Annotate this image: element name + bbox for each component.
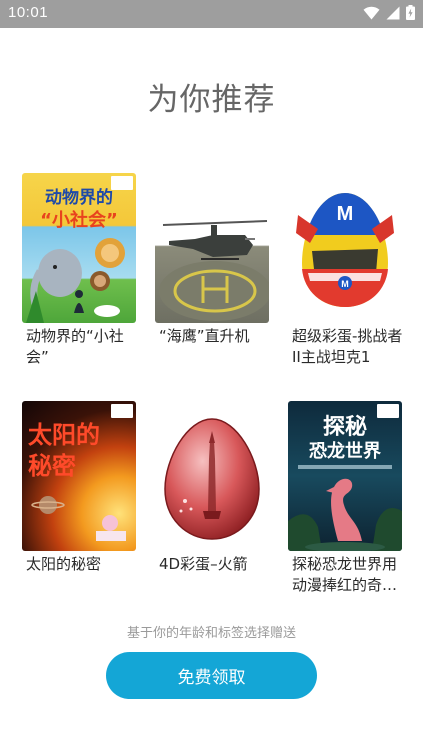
rocket-egg-thumbnail (155, 401, 269, 551)
animal-society-book-cover: 动物界的 “小社会” (22, 173, 136, 323)
battery-charging-icon (406, 5, 415, 20)
status-icons (363, 5, 415, 20)
svg-text:M: M (337, 203, 354, 225)
tank-egg-thumbnail: M M (288, 173, 402, 323)
card-label: 动物界的“小社会” (26, 327, 124, 366)
helicopter-thumbnail (155, 173, 269, 323)
helicopter-illustration (159, 220, 269, 321)
gift-hint-text: 基于你的年龄和标签选择赠送 (126, 626, 296, 641)
card-label: “海鹰”直升机 (159, 327, 250, 345)
sun-illustration (31, 496, 126, 541)
card-label: 4D彩蛋–火箭 (159, 555, 248, 573)
wifi-icon (363, 6, 380, 19)
card-label: 太阳的秘密 (26, 555, 102, 573)
tank-egg-illustration: M M (296, 193, 394, 307)
rocket-egg-illustration (164, 418, 260, 540)
claim-free-button[interactable]: 免费领取 (106, 652, 317, 699)
dinosaur-illustration (288, 465, 402, 551)
card-label: 超级彩蛋-挑战者II主战坦克1 (292, 327, 403, 366)
status-time: 10:01 (8, 4, 49, 21)
cellular-signal-icon (386, 6, 400, 19)
animals-illustration (26, 238, 125, 323)
svg-text:M: M (341, 279, 349, 289)
dinosaur-world-book-cover: 探秘 恐龙世界 (288, 401, 402, 551)
page-title: 为你推荐 (147, 82, 276, 118)
sun-secret-book-cover: 太阳的 秘密 (22, 401, 136, 551)
status-bar: 10:01 (0, 0, 423, 28)
card-label: 探秘恐龙世界用动漫捧红的奇幻小说 (292, 555, 398, 594)
